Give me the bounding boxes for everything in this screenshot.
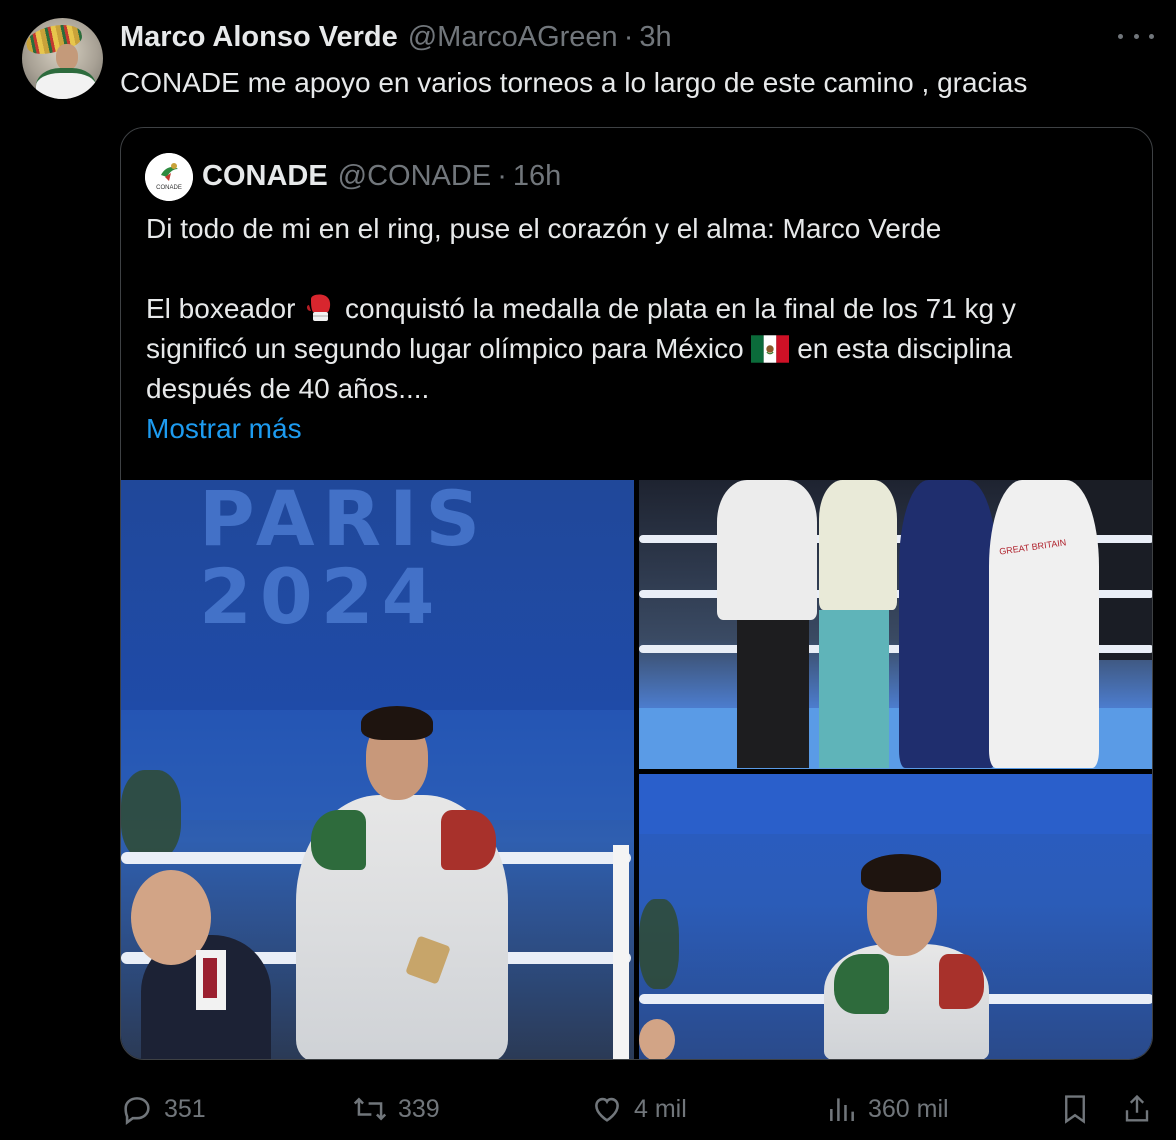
official-head (639, 1019, 675, 1059)
views-icon (830, 1098, 854, 1121)
medalist-mexico (717, 480, 817, 620)
reply-icon (124, 1097, 150, 1126)
medalist-mexico-pants (737, 620, 809, 768)
official-tie (203, 958, 217, 998)
jacket-text: GREAT BRITAIN (998, 537, 1067, 557)
paris-2024-sign: PARIS 2024 (199, 480, 488, 636)
quoted-avatar[interactable]: CONADE (145, 153, 193, 201)
share-icon (1125, 1094, 1149, 1122)
retweet-count: 339 (398, 1094, 440, 1123)
quoted-author-name[interactable]: CONADE (202, 160, 328, 193)
more-icon[interactable] (1118, 26, 1154, 46)
jacket-collar-green (311, 810, 366, 870)
boxing-glove-emoji (307, 294, 331, 321)
mexico-flag-emoji (751, 334, 790, 363)
photo-3[interactable] (639, 774, 1152, 1059)
jacket-collar-green (834, 954, 889, 1014)
reply-count: 351 (164, 1094, 206, 1123)
retweet-button[interactable]: 339 (352, 1090, 440, 1128)
separator-dot: · (623, 21, 634, 53)
quoted-time[interactable]: 16h (513, 160, 561, 193)
bookmark-button[interactable] (1060, 1090, 1100, 1128)
photo-2[interactable]: GREAT BRITAIN (639, 480, 1152, 769)
heart-icon (595, 1097, 619, 1122)
quoted-line-1: Di todo de mi en el ring, puse el corazó… (146, 213, 942, 244)
tweet-header: Marco Alonso Verde @MarcoAGreen · 3h (120, 21, 672, 54)
retweet-icon (353, 1097, 387, 1121)
quoted-line-3b: en esta disciplina (797, 333, 1013, 364)
separator-dot: · (497, 160, 507, 192)
plant-graphic (639, 899, 679, 989)
bookmark-icon (1065, 1095, 1085, 1124)
medalist-great-britain: GREAT BRITAIN (989, 480, 1099, 768)
views-count: 360 mil (868, 1094, 949, 1123)
photo-1[interactable]: PARIS 2024 (121, 480, 634, 1059)
views-button[interactable]: 360 mil (826, 1090, 949, 1128)
reply-button[interactable]: 351 (120, 1090, 206, 1128)
quoted-author-handle[interactable]: @CONADE (338, 160, 492, 193)
face-graphic (56, 44, 78, 70)
quoted-line-2: El boxeador conquistó la medalla de plat… (146, 289, 1136, 329)
quoted-header: CONADE @CONADE · 16h (202, 160, 561, 193)
jacket-collar-red (441, 810, 496, 870)
quoted-avatar-text: CONADE (156, 185, 182, 191)
author-name[interactable]: Marco Alonso Verde (120, 21, 398, 54)
author-handle[interactable]: @MarcoAGreen (408, 21, 618, 54)
action-bar: 351 339 4 mil 360 mil (120, 1090, 1160, 1128)
boxer-hair (361, 706, 433, 740)
medalist-kazakhstan-pants (819, 610, 889, 768)
show-more-link[interactable]: Mostrar más (146, 413, 302, 444)
quoted-line-3: significó un segundo lugar olímpico para… (146, 329, 1136, 369)
quoted-line-2a: El boxeador (146, 293, 296, 324)
boxer-hair (861, 854, 941, 892)
medalist-kazakhstan (819, 480, 897, 610)
like-count: 4 mil (634, 1094, 687, 1123)
like-button[interactable]: 4 mil (590, 1090, 687, 1128)
tweet-time[interactable]: 3h (639, 21, 671, 54)
jacket-collar-red (939, 954, 984, 1009)
medalist-usa (899, 480, 997, 768)
author-avatar[interactable] (22, 18, 103, 99)
tweet-text: CONADE me apoyo en varios torneos a lo l… (120, 67, 1028, 98)
media-grid: PARIS 2024 GREAT BRITAIN (121, 480, 1152, 1059)
paris-2024-text: PARIS 2024 (199, 480, 489, 641)
quoted-line-3a: significó un segundo lugar olímpico para… (146, 333, 744, 364)
tweet[interactable]: Marco Alonso Verde @MarcoAGreen · 3h CON… (0, 0, 1176, 1140)
share-button[interactable] (1122, 1090, 1162, 1128)
quoted-line-4: después de 40 años.... (146, 373, 430, 404)
quoted-tweet[interactable]: CONADE CONADE @CONADE · 16h Di todo de m… (120, 127, 1153, 1060)
quoted-text: Di todo de mi en el ring, puse el corazó… (146, 209, 1136, 449)
plant-graphic (121, 770, 181, 860)
ring-post (613, 845, 629, 1059)
body-graphic (36, 68, 96, 99)
quoted-line-2b: conquistó la medalla de plata en la fina… (345, 293, 1016, 324)
arena-backdrop (639, 774, 1152, 834)
